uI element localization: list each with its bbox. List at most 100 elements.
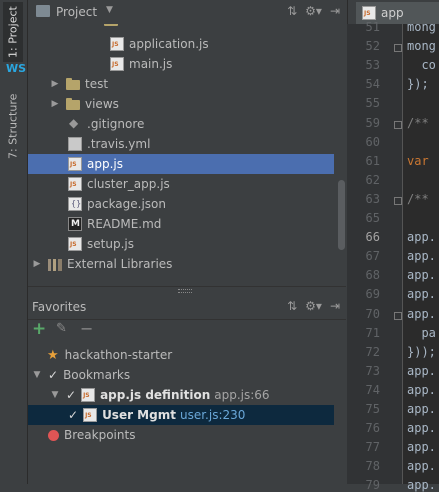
tree-item-main-js[interactable]: main.js [28,54,334,74]
fold-marker-icon[interactable] [394,311,402,320]
tree-item-application-js[interactable]: application.js [28,34,334,54]
tool-window-strip: 1: Project WS 7: Structure [0,0,28,484]
code-line[interactable]: app. [407,383,436,397]
tab-project[interactable]: 1: Project [3,2,23,62]
gear-icon[interactable]: ⚙▾ [305,299,322,313]
code-line[interactable]: })); [407,345,436,359]
chevron-down-icon[interactable]: ▼ [106,5,113,15]
code-line[interactable]: app. [407,421,436,435]
code-line[interactable]: app. [407,402,436,416]
add-icon[interactable]: + [32,319,46,339]
collapse-all-icon[interactable]: ⇅ [287,4,297,18]
tree-item-label: cluster_app.js [87,177,170,191]
bookmark-item-user-mgmt[interactable]: ✓ User Mgmt user.js:230 [28,405,334,425]
tree-item-readme[interactable]: README.md [28,214,334,234]
fold-marker-icon[interactable] [394,196,402,205]
yml-file-icon [68,137,82,151]
line-number: 68 [365,268,380,283]
git-file-icon [68,116,82,131]
code-line[interactable]: app. [407,364,436,378]
chevron-down-icon[interactable]: ▼ [50,390,60,400]
hide-panel-icon[interactable]: ⇥ [330,4,340,18]
chevron-right-icon[interactable]: ▶ [32,259,42,269]
tree-item-gitignore[interactable]: .gitignore [28,114,334,134]
tree-item-label: .gitignore [87,117,145,131]
tree-item-label: test [85,77,109,91]
code-line[interactable]: app. [407,268,436,282]
chevron-right-icon[interactable]: ▶ [88,24,98,25]
code-line[interactable]: }); [407,77,429,91]
project-panel-title[interactable]: Project [56,5,97,19]
code-line[interactable]: app. [407,249,436,263]
line-number: 75 [365,402,380,416]
fold-marker-icon[interactable] [394,120,402,129]
project-tree: ▶ lib application.js main.js ▶ test ▶ vi… [28,24,346,286]
code-line[interactable]: var [407,154,429,168]
bookmark-location: app.js:66 [214,388,270,402]
code-line[interactable]: mong [407,20,436,34]
tree-item-app-js[interactable]: app.js [28,154,334,174]
code-line[interactable]: app. [407,478,436,492]
code-line[interactable]: pa [407,326,435,340]
favorites-item-bookmarks[interactable]: ▼ ✓ Bookmarks [28,365,334,385]
code-line[interactable]: app. [407,459,436,473]
favorites-item-hackathon[interactable]: ★ hackathon-starter [28,345,334,365]
line-number: 55 [365,96,380,111]
folder-icon [66,78,80,90]
fold-marker-icon[interactable] [394,44,402,53]
js-file-icon [110,57,124,71]
remove-icon[interactable]: − [80,319,93,338]
line-number: 59 [365,115,380,130]
tree-item-label: main.js [129,57,173,71]
js-file-icon [68,157,82,171]
line-number: 76 [365,421,380,436]
line-number: 53 [365,58,380,73]
bookmark-check-icon: ✓ [66,388,77,402]
code-line[interactable]: /** [407,192,429,206]
tab-structure[interactable]: 7: Structure [3,86,23,166]
bookmark-item-app-js[interactable]: ▼ ✓ app.js definition app.js:66 [28,385,334,405]
tree-item-setup-js[interactable]: setup.js [28,234,334,254]
code-line[interactable]: app. [407,440,436,454]
code-editor[interactable]: 51 52 53 54 55 59 60 61 62 63 65 66 67 68 69 70 71 72 73 74… [347,20,439,492]
code-line[interactable]: co [407,58,435,72]
chevron-right-icon[interactable]: ▶ [50,79,60,89]
tree-item-external-libraries[interactable]: ▶ External Libraries [28,254,334,274]
favorites-toolbar: + ✎ − [28,319,346,341]
collapse-all-icon[interactable]: ⇅ [287,299,297,313]
edit-icon[interactable]: ✎ [56,321,67,336]
project-view-icon [36,5,50,17]
drag-handle-icon[interactable] [178,289,192,293]
js-file-icon [110,37,124,51]
line-number: 60 [365,134,380,149]
tree-item-test[interactable]: ▶ test [28,74,334,94]
tree-item-views[interactable]: ▶ views [28,94,334,114]
line-number: 73 [365,363,380,378]
code-line[interactable]: app. [407,307,436,321]
tree-item-cluster-app-js[interactable]: cluster_app.js [28,174,334,194]
bookmark-location: user.js:230 [179,408,246,422]
code-line[interactable]: app. [407,230,436,244]
chevron-down-icon[interactable]: ▼ [32,370,42,380]
tree-item-package-json[interactable]: package.json [28,194,334,214]
js-file-icon [362,6,376,20]
tree-item-label: External Libraries [67,257,173,271]
tree-item-label: views [85,97,119,111]
tree-item-lib[interactable]: ▶ lib [28,24,334,30]
libraries-icon [48,258,62,271]
favorites-panel-header: Favorites ⇅ ⚙▾ ⇥ [28,295,346,320]
code-line[interactable]: app. [407,287,436,301]
code-line[interactable]: /** [407,116,429,130]
line-number-gutter[interactable]: 51 52 53 54 55 59 60 61 62 63 65 66 67 68 69 70 71 72 73 74… [347,20,403,492]
tree-item-label: package.json [87,197,167,211]
project-scrollbar[interactable] [338,180,345,250]
webstorm-icon[interactable]: WS [6,62,26,75]
gear-icon[interactable]: ⚙▾ [305,4,322,18]
js-file-icon [83,408,98,422]
code-line[interactable]: mong [407,39,436,53]
hide-panel-icon[interactable]: ⇥ [330,299,340,313]
favorites-item-breakpoints[interactable]: Breakpoints [28,425,334,445]
chevron-right-icon[interactable]: ▶ [50,99,60,109]
line-number: 69 [365,287,380,302]
tree-item-travis-yml[interactable]: .travis.yml [28,134,334,154]
